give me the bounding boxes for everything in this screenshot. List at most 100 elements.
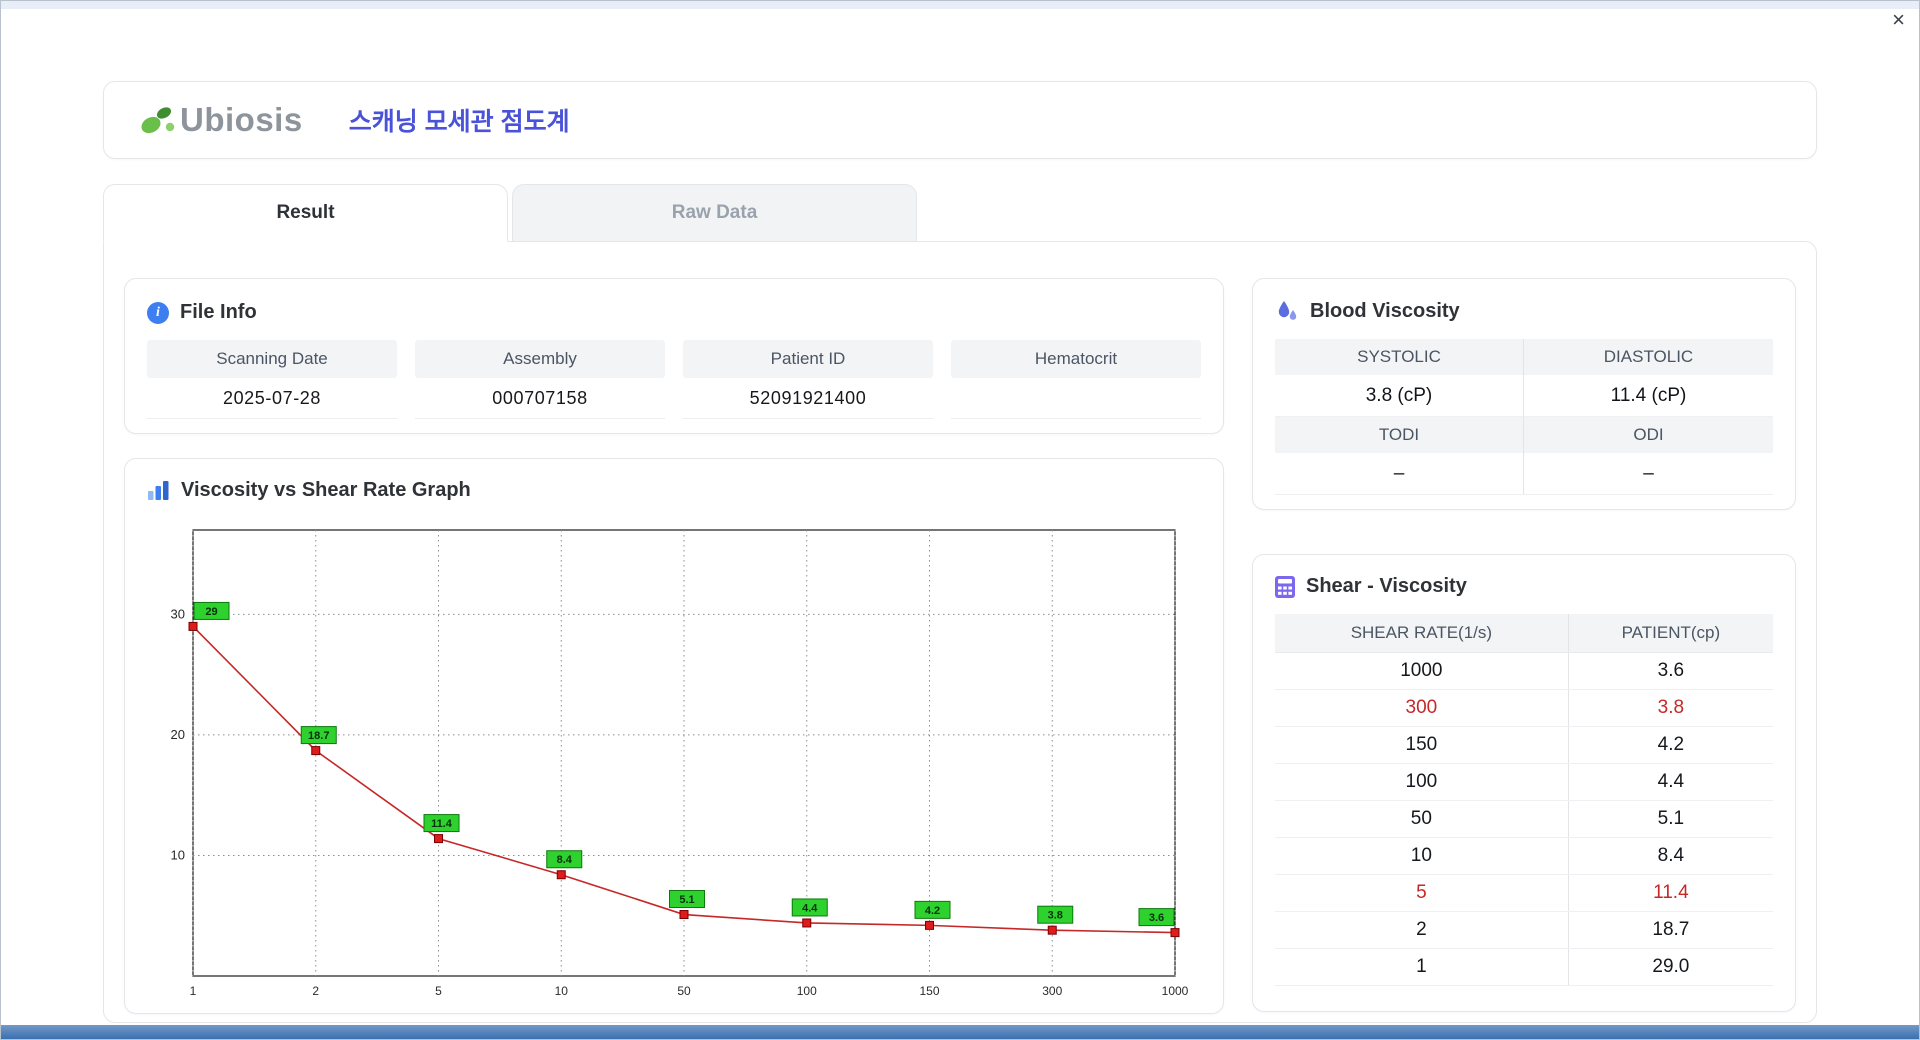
svg-text:29: 29 bbox=[205, 606, 217, 618]
viscosity-chart: 1 2 5 10 50 100 150 300 1000 10 20 30 29 18.7 11.4 8.4 5… bbox=[171, 529, 1189, 998]
field-scanning-date: Scanning Date 2025-07-28 bbox=[147, 340, 397, 419]
blood-viscosity-card: Blood Viscosity SYSTOLIC DIASTOLIC 3.8 (… bbox=[1252, 278, 1796, 510]
file-info-title-row: i File Info bbox=[147, 301, 1201, 324]
column-header-shear-rate: SHEAR RATE(1/s) bbox=[1275, 614, 1569, 653]
svg-text:100: 100 bbox=[797, 984, 817, 998]
file-info-card: i File Info Scanning Date 2025-07-28 Ass… bbox=[124, 278, 1224, 434]
shear-cell: 300 bbox=[1275, 689, 1569, 727]
svg-text:11.4: 11.4 bbox=[431, 818, 453, 830]
svg-text:4.4: 4.4 bbox=[802, 902, 818, 914]
droplet-icon bbox=[1278, 301, 1297, 320]
desktop-strip bbox=[1, 1025, 1919, 1039]
svg-text:5.1: 5.1 bbox=[679, 894, 694, 906]
patient-cell: 3.6 bbox=[1568, 652, 1773, 690]
systolic-value: 3.8 (cP) bbox=[1275, 375, 1524, 417]
app-header: Ubiosis 스캐닝 모세관 점도계 bbox=[103, 81, 1817, 159]
field-assembly: Assembly 000707158 bbox=[415, 340, 665, 419]
right-column: Blood Viscosity SYSTOLIC DIASTOLIC 3.8 (… bbox=[1252, 278, 1796, 1022]
table-row: 10 8.4 bbox=[1275, 837, 1773, 875]
shear-cell: 10 bbox=[1275, 837, 1569, 875]
result-panel: i File Info Scanning Date 2025-07-28 Ass… bbox=[103, 241, 1817, 1023]
table-row: 1 29.0 bbox=[1275, 948, 1773, 986]
page: Ubiosis 스캐닝 모세관 점도계 Result Raw Data i Fi… bbox=[1, 81, 1919, 1023]
table-row: 300 3.8 bbox=[1275, 689, 1773, 727]
svg-text:3.8: 3.8 bbox=[1048, 910, 1063, 922]
todi-value: – bbox=[1275, 453, 1524, 495]
app-window: × Ubiosis 스캐닝 모세관 점도계 Result Raw Data i … bbox=[0, 0, 1920, 1040]
column-header-patient: PATIENT(cp) bbox=[1568, 614, 1773, 653]
shear-cell: 150 bbox=[1275, 726, 1569, 764]
tab-result-label: Result bbox=[276, 202, 335, 223]
calculator-icon bbox=[1275, 575, 1295, 598]
field-value: 2025-07-28 bbox=[222, 387, 322, 408]
svg-text:8.4: 8.4 bbox=[557, 854, 573, 866]
shear-viscosity-table: SHEAR RATE(1/s) PATIENT(cp) 1000 3.6 300 3… bbox=[1275, 614, 1773, 986]
patient-cell: 5.1 bbox=[1568, 800, 1773, 838]
page-title: 스캐닝 모세관 점도계 bbox=[348, 108, 570, 136]
graph-title: Viscosity vs Shear Rate Graph bbox=[181, 479, 471, 501]
patient-cell: 4.4 bbox=[1568, 763, 1773, 801]
table-row: 100 4.4 bbox=[1275, 763, 1773, 801]
window-top-strip bbox=[1, 1, 1919, 9]
shear-viscosity-title-row: Shear - Viscosity bbox=[1275, 575, 1773, 598]
svg-text:50: 50 bbox=[677, 984, 691, 998]
svg-text:150: 150 bbox=[919, 984, 939, 998]
tab-bar: Result Raw Data bbox=[103, 184, 1817, 242]
svg-text:2: 2 bbox=[312, 984, 319, 998]
left-column: i File Info Scanning Date 2025-07-28 Ass… bbox=[124, 278, 1224, 1022]
odi-value: – bbox=[1524, 453, 1773, 495]
tab-raw-data[interactable]: Raw Data bbox=[512, 184, 917, 242]
tab-raw-data-label: Raw Data bbox=[671, 202, 758, 223]
bar-chart-icon bbox=[148, 481, 169, 500]
patient-cell: 3.8 bbox=[1568, 689, 1773, 727]
patient-cell: 18.7 bbox=[1568, 911, 1773, 949]
table-header-row: SHEAR RATE(1/s) PATIENT(cp) bbox=[1275, 614, 1773, 653]
field-hematocrit: Hematocrit bbox=[951, 340, 1201, 419]
svg-text:10: 10 bbox=[171, 847, 185, 862]
shear-cell: 50 bbox=[1275, 800, 1569, 838]
systolic-label: SYSTOLIC bbox=[1275, 339, 1524, 375]
diastolic-label: DIASTOLIC bbox=[1524, 339, 1773, 375]
field-value bbox=[951, 378, 1201, 418]
shear-cell: 1000 bbox=[1275, 652, 1569, 690]
patient-cell: 29.0 bbox=[1568, 948, 1773, 986]
table-row: 150 4.2 bbox=[1275, 726, 1773, 764]
shear-cell: 2 bbox=[1275, 911, 1569, 949]
close-button[interactable]: × bbox=[1892, 9, 1905, 31]
svg-text:4.2: 4.2 bbox=[925, 905, 940, 917]
table-row: 1000 3.6 bbox=[1275, 652, 1773, 690]
field-value: 000707158 bbox=[492, 387, 588, 408]
blood-viscosity-title: Blood Viscosity bbox=[1310, 299, 1460, 322]
leaf-icon bbox=[141, 107, 175, 134]
field-label: Hematocrit bbox=[951, 340, 1201, 378]
svg-text:300: 300 bbox=[1042, 984, 1062, 998]
svg-text:3.6: 3.6 bbox=[1149, 912, 1164, 924]
shear-cell: 5 bbox=[1275, 874, 1569, 912]
shear-viscosity-card: Shear - Viscosity SHEAR RATE(1/s) PATIEN… bbox=[1252, 554, 1796, 1012]
patient-cell: 4.2 bbox=[1568, 726, 1773, 764]
svg-text:1: 1 bbox=[190, 984, 197, 998]
patient-cell: 8.4 bbox=[1568, 837, 1773, 875]
shear-table-body: 1000 3.6 300 3.8 150 4.2 100 4.4 50 5.1 10 8.4… bbox=[1275, 652, 1773, 986]
shear-cell: 1 bbox=[1275, 948, 1569, 986]
patient-cell: 11.4 bbox=[1568, 874, 1773, 912]
graph-title-row: Viscosity vs Shear Rate Graph bbox=[147, 479, 1201, 502]
field-label: Scanning Date bbox=[147, 340, 397, 378]
field-value: 52091921400 bbox=[749, 387, 867, 408]
todi-label: TODI bbox=[1275, 417, 1524, 453]
table-row: 5 11.4 bbox=[1275, 874, 1773, 912]
file-info-title: File Info bbox=[180, 301, 257, 323]
shear-cell: 100 bbox=[1275, 763, 1569, 801]
svg-text:18.7: 18.7 bbox=[308, 730, 329, 742]
table-row: 50 5.1 bbox=[1275, 800, 1773, 838]
field-label: Patient ID bbox=[683, 340, 933, 378]
svg-text:20: 20 bbox=[171, 727, 185, 742]
tab-result[interactable]: Result bbox=[103, 184, 508, 242]
diastolic-value: 11.4 (cP) bbox=[1524, 375, 1773, 417]
brand-text: Ubiosis bbox=[180, 101, 303, 138]
file-info-fields: Scanning Date 2025-07-28 Assembly 000707… bbox=[147, 340, 1201, 419]
blood-viscosity-grid: SYSTOLIC DIASTOLIC 3.8 (cP) 11.4 (cP) TO… bbox=[1275, 339, 1773, 495]
graph-card: Viscosity vs Shear Rate Graph 1 2 5 10 50 100… bbox=[124, 458, 1224, 1014]
info-icon: i bbox=[147, 301, 169, 324]
blood-viscosity-title-row: Blood Viscosity bbox=[1275, 299, 1773, 323]
